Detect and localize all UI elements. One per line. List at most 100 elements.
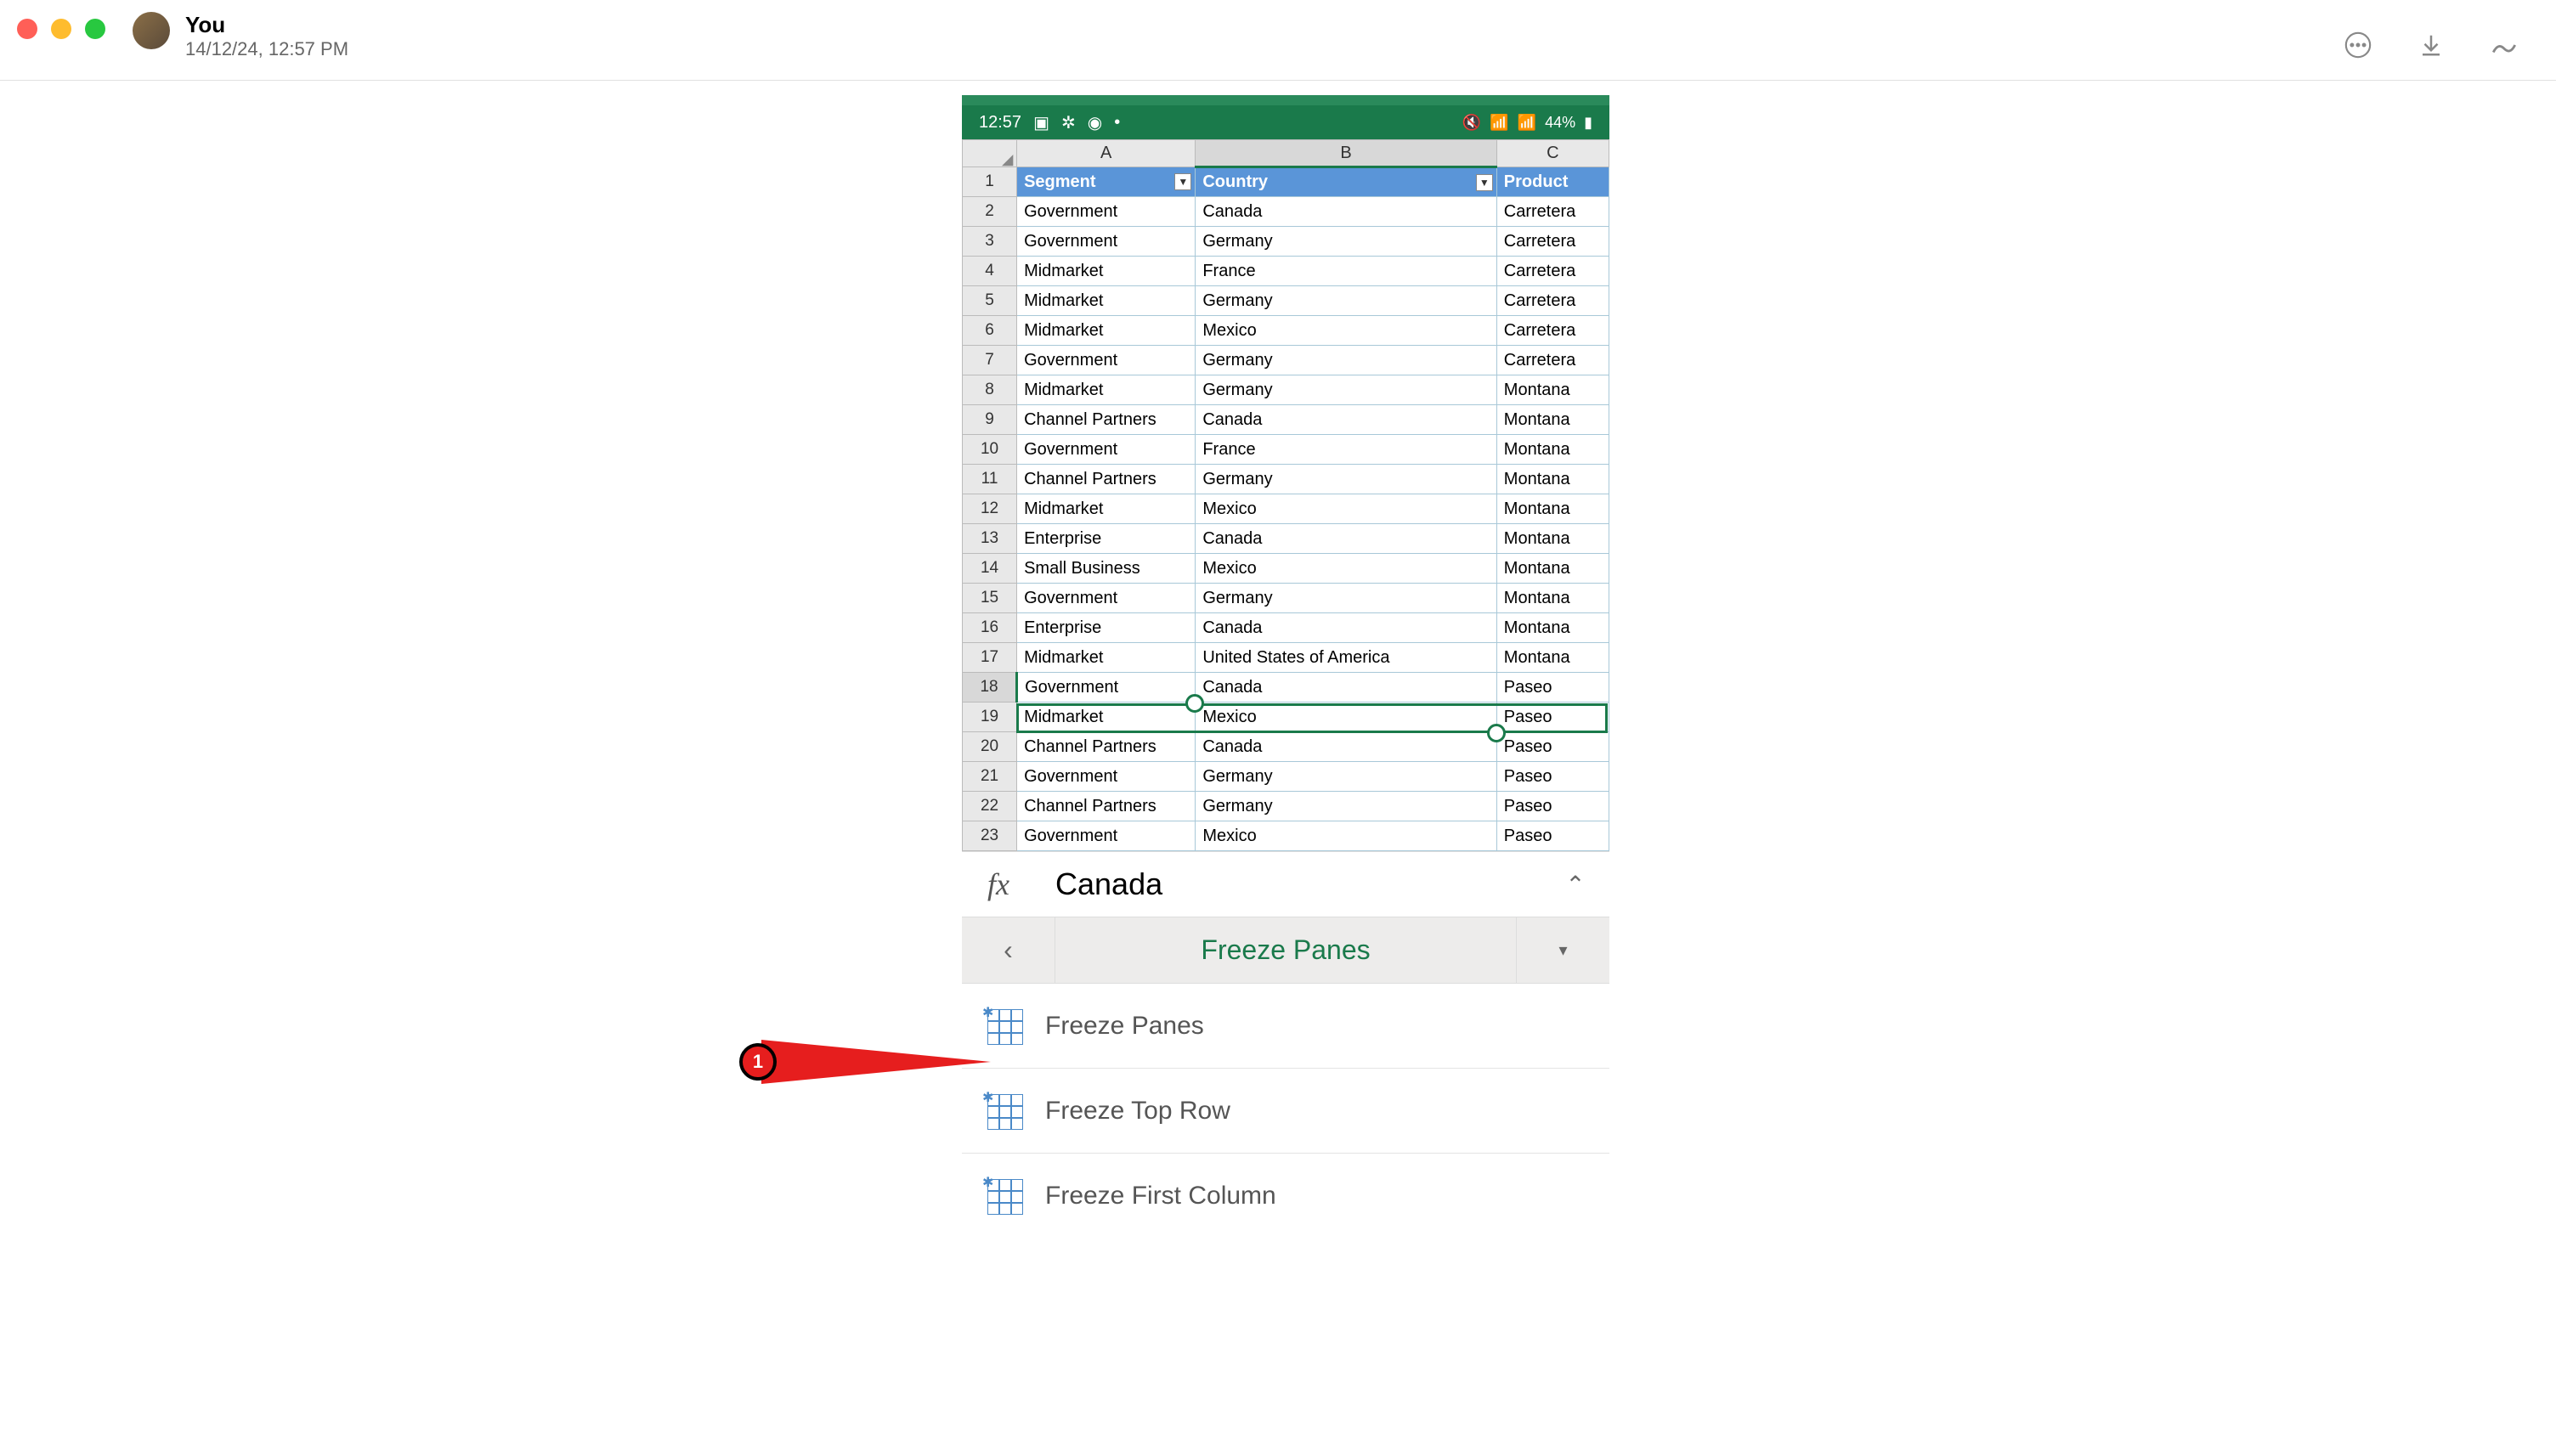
expand-formula-icon[interactable]: ⌃ <box>1541 871 1609 899</box>
cell[interactable]: Product <box>1496 167 1609 197</box>
cell[interactable]: Montana <box>1496 405 1609 435</box>
cell[interactable]: Enterprise <box>1017 613 1196 643</box>
row-header[interactable]: 3 <box>963 227 1017 257</box>
cell[interactable]: Montana <box>1496 584 1609 613</box>
cell[interactable]: Montana <box>1496 465 1609 494</box>
column-header-b[interactable]: B <box>1196 140 1496 167</box>
cell[interactable]: Carretera <box>1496 257 1609 286</box>
cell[interactable]: Carretera <box>1496 316 1609 346</box>
cell[interactable]: Government <box>1017 435 1196 465</box>
filter-icon[interactable]: ▼ <box>1174 173 1191 190</box>
selection-handle[interactable] <box>1487 724 1506 742</box>
freeze-top-row-option[interactable]: ✱ Freeze Top Row <box>962 1069 1609 1154</box>
cell[interactable]: Country▼ <box>1196 167 1496 197</box>
close-window-button[interactable] <box>17 19 37 39</box>
cell[interactable]: Midmarket <box>1017 375 1196 405</box>
formula-value[interactable]: Canada <box>1035 866 1541 902</box>
cell[interactable]: Midmarket <box>1017 286 1196 316</box>
cell[interactable]: Canada <box>1196 732 1496 762</box>
cell[interactable]: Canada <box>1196 197 1496 227</box>
row-header[interactable]: 4 <box>963 257 1017 286</box>
row-header[interactable]: 15 <box>963 584 1017 613</box>
row-header[interactable]: 13 <box>963 524 1017 554</box>
row-header[interactable]: 9 <box>963 405 1017 435</box>
cell[interactable]: Midmarket <box>1017 494 1196 524</box>
cell[interactable]: Channel Partners <box>1017 792 1196 821</box>
scribble-icon[interactable] <box>2490 31 2519 64</box>
cell[interactable]: Germany <box>1196 584 1496 613</box>
download-icon[interactable] <box>2418 32 2444 62</box>
cell[interactable]: Montana <box>1496 524 1609 554</box>
cell[interactable]: Montana <box>1496 435 1609 465</box>
row-header[interactable]: 2 <box>963 197 1017 227</box>
column-header-a[interactable]: A <box>1017 140 1196 167</box>
cell[interactable]: Germany <box>1196 762 1496 792</box>
row-header[interactable]: 18 <box>963 673 1017 703</box>
cell[interactable]: Government <box>1017 227 1196 257</box>
cell[interactable]: Enterprise <box>1017 524 1196 554</box>
back-button[interactable]: ‹ <box>962 917 1055 983</box>
cell[interactable]: Mexico <box>1196 494 1496 524</box>
cell[interactable]: Germany <box>1196 375 1496 405</box>
cell[interactable]: Germany <box>1196 286 1496 316</box>
cell[interactable]: Mexico <box>1196 821 1496 851</box>
cell[interactable]: Small Business <box>1017 554 1196 584</box>
cell[interactable]: Channel Partners <box>1017 465 1196 494</box>
cell[interactable]: Germany <box>1196 792 1496 821</box>
row-header[interactable]: 10 <box>963 435 1017 465</box>
cell[interactable]: Paseo <box>1496 762 1609 792</box>
row-header[interactable]: 19 <box>963 703 1017 732</box>
row-header[interactable]: 14 <box>963 554 1017 584</box>
freeze-panes-option[interactable]: ✱ Freeze Panes <box>962 984 1609 1069</box>
cell[interactable]: Germany <box>1196 346 1496 375</box>
row-header[interactable]: 16 <box>963 613 1017 643</box>
row-header[interactable]: 8 <box>963 375 1017 405</box>
cell[interactable]: Midmarket <box>1017 257 1196 286</box>
row-header[interactable]: 22 <box>963 792 1017 821</box>
row-header[interactable]: 6 <box>963 316 1017 346</box>
cell[interactable]: Government <box>1017 762 1196 792</box>
row-header[interactable]: 5 <box>963 286 1017 316</box>
cell[interactable]: Segment▼ <box>1017 167 1196 197</box>
cell[interactable]: Mexico <box>1196 554 1496 584</box>
cell[interactable]: Paseo <box>1496 732 1609 762</box>
cell[interactable]: United States of America <box>1196 643 1496 673</box>
cell[interactable]: Channel Partners <box>1017 732 1196 762</box>
cell[interactable]: Channel Partners <box>1017 405 1196 435</box>
selection-handle[interactable] <box>1185 694 1204 713</box>
cell[interactable]: Government <box>1017 346 1196 375</box>
cell[interactable]: Montana <box>1496 554 1609 584</box>
cell[interactable]: Carretera <box>1496 227 1609 257</box>
more-icon[interactable] <box>2344 31 2372 64</box>
cell[interactable]: France <box>1196 257 1496 286</box>
row-header[interactable]: 17 <box>963 643 1017 673</box>
column-header-c[interactable]: C <box>1496 140 1609 167</box>
spreadsheet[interactable]: A B C 1 Segment▼ Country▼ Product 2Gover… <box>962 139 1609 851</box>
row-header[interactable]: 20 <box>963 732 1017 762</box>
minimize-window-button[interactable] <box>51 19 71 39</box>
cell[interactable]: Carretera <box>1496 197 1609 227</box>
freeze-first-column-option[interactable]: ✱ Freeze First Column <box>962 1154 1609 1239</box>
cell[interactable]: Canada <box>1196 405 1496 435</box>
filter-icon[interactable]: ▼ <box>1476 174 1493 191</box>
row-header[interactable]: 1 <box>963 167 1017 197</box>
cell[interactable]: Paseo <box>1496 703 1609 732</box>
cell[interactable]: Mexico <box>1196 316 1496 346</box>
cell[interactable]: Government <box>1017 584 1196 613</box>
cell[interactable]: Montana <box>1496 613 1609 643</box>
cell[interactable]: Midmarket <box>1017 703 1196 732</box>
maximize-window-button[interactable] <box>85 19 105 39</box>
cell[interactable]: Carretera <box>1496 346 1609 375</box>
cell[interactable]: Paseo <box>1496 821 1609 851</box>
cell[interactable]: Paseo <box>1496 792 1609 821</box>
cell[interactable]: Canada <box>1196 673 1496 703</box>
cell[interactable]: Montana <box>1496 375 1609 405</box>
row-header[interactable]: 7 <box>963 346 1017 375</box>
cell[interactable]: Carretera <box>1496 286 1609 316</box>
cell[interactable]: Mexico <box>1196 703 1496 732</box>
cell[interactable]: Germany <box>1196 465 1496 494</box>
select-all-corner[interactable] <box>963 140 1017 167</box>
row-header[interactable]: 12 <box>963 494 1017 524</box>
row-header[interactable]: 21 <box>963 762 1017 792</box>
cell[interactable]: Germany <box>1196 227 1496 257</box>
